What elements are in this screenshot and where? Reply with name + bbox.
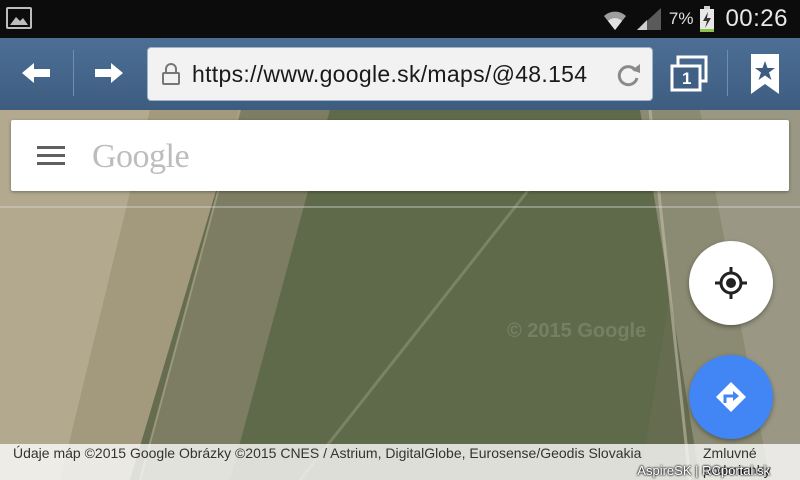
- battery-charging-icon: [700, 6, 715, 32]
- directions-button[interactable]: [689, 355, 773, 439]
- map-watermark: © 2015 Google: [507, 320, 647, 342]
- status-icons: 7% 00:26: [601, 0, 788, 38]
- url-text: https://www.google.sk/maps/@48.154: [192, 61, 588, 87]
- site-credit: AspireSK | RCportal.sk: [637, 463, 770, 478]
- back-arrow-icon: [22, 63, 50, 83]
- back-button[interactable]: [8, 50, 64, 96]
- toolbar-divider: [727, 50, 728, 96]
- map-attribution-bar: Údaje máp ©2015 Google Obrázky ©2015 CNE…: [0, 444, 800, 480]
- bookmarks-button[interactable]: [748, 52, 782, 96]
- gallery-icon: [6, 7, 32, 29]
- menu-icon[interactable]: [37, 146, 65, 166]
- toolbar-divider: [73, 50, 74, 96]
- bookmark-star-icon: [751, 54, 779, 94]
- forward-button[interactable]: [81, 50, 137, 96]
- browser-toolbar: https://www.google.sk/maps/@48.154 1: [0, 38, 800, 111]
- tabs-button[interactable]: 1: [668, 54, 712, 94]
- directions-icon: [716, 382, 746, 412]
- address-bar[interactable]: https://www.google.sk/maps/@48.154: [147, 47, 653, 101]
- attribution-text: Údaje máp ©2015 Google Obrázky ©2015 CNE…: [13, 445, 642, 461]
- my-location-icon: [715, 267, 747, 299]
- wifi-icon: [603, 11, 626, 30]
- forward-arrow-icon: [95, 63, 123, 83]
- battery-percent: 7%: [668, 9, 694, 28]
- clock: 00:26: [725, 5, 788, 32]
- lock-icon: [162, 63, 180, 85]
- tab-count: 1: [682, 69, 692, 88]
- reload-icon[interactable]: [614, 61, 642, 89]
- google-logo: Google: [92, 138, 190, 175]
- signal-icon: [636, 8, 661, 30]
- maps-search-box[interactable]: Google: [11, 120, 789, 191]
- status-bar: 7% 00:26: [0, 0, 800, 38]
- my-location-button[interactable]: [689, 241, 773, 325]
